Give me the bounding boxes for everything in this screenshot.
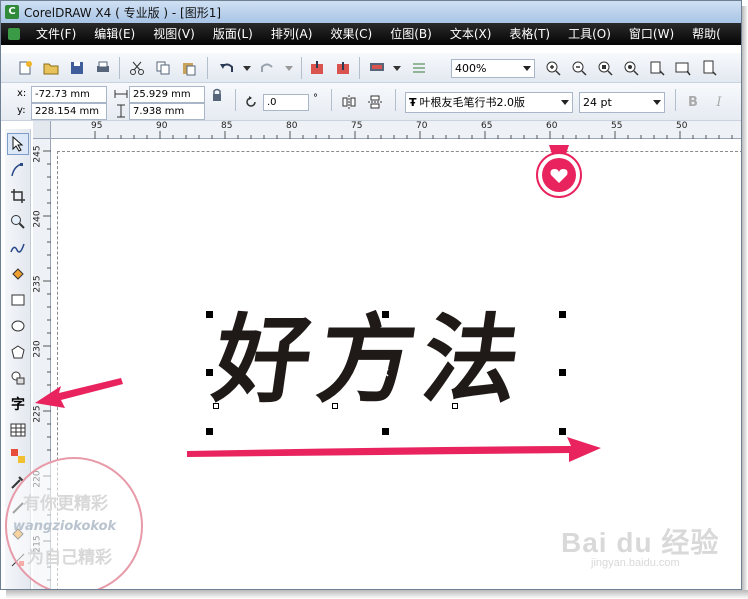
underline-arrow-annotation bbox=[187, 437, 601, 462]
watermark-line-3: 为自己精彩 bbox=[27, 548, 112, 568]
author-watermark: 有你更精彩 wangziokokok 为自己精彩 bbox=[5, 457, 143, 589]
baidu-jingyan-url: jingyan.baidu.com bbox=[591, 557, 680, 569]
left-arrow-annotation bbox=[35, 378, 123, 408]
watermark-line-2: wangziokokok bbox=[13, 519, 117, 534]
baidu-jingyan-logo: Bai du 经验 bbox=[561, 527, 720, 558]
window-shadow-bottom bbox=[6, 590, 748, 599]
watermark-line-1: 有你更精彩 bbox=[23, 494, 108, 514]
coreldraw-window: C CorelDRAW X4 ( 专业版 ) - [图形1] 文件(F) 编辑(… bbox=[0, 0, 742, 590]
heart-pin-marker bbox=[529, 145, 589, 199]
window-shadow-right bbox=[742, 6, 748, 596]
